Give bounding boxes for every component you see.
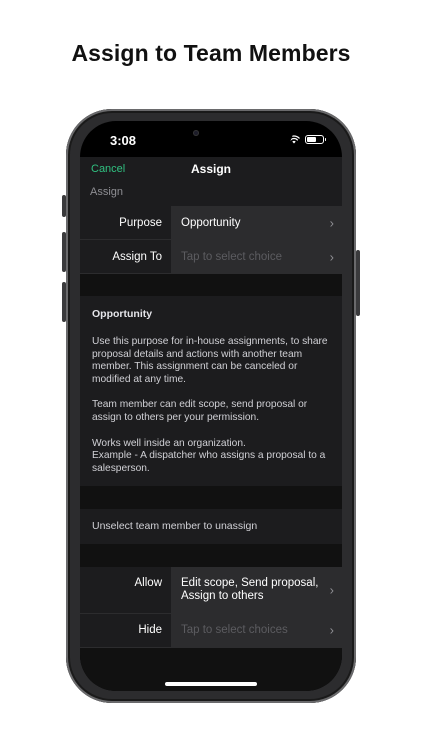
hide-value[interactable]: Tap to select choices › [171, 613, 342, 647]
assign-to-placeholder: Tap to select choice [181, 250, 283, 263]
allow-row[interactable]: Allow Edit scope, Send proposal, Assign … [80, 566, 342, 614]
phone-screen: 3:08 Cancel Assign Assign Purpose Opport… [80, 121, 342, 691]
info-paragraph-1: Use this purpose for in-house assignment… [92, 335, 328, 386]
info-paragraph-3-line-1: Works well inside an organization. [92, 437, 246, 449]
unselect-hint: Unselect team member to unassign [80, 508, 342, 544]
form-content[interactable]: Assign Purpose Opportunity › Assign To T… [80, 185, 342, 691]
battery-icon [305, 135, 326, 144]
info-title: Opportunity [92, 308, 153, 320]
section-header: Assign [80, 185, 342, 206]
chevron-right-icon: › [329, 249, 334, 264]
info-paragraph-3: Works well inside an organization. Examp… [92, 438, 330, 476]
notch [181, 121, 293, 148]
assign-to-value[interactable]: Tap to select choice › [171, 240, 342, 273]
cancel-button[interactable]: Cancel [91, 163, 125, 175]
camera-icon [193, 130, 199, 136]
section-gap [80, 274, 342, 296]
bottom-spacer [80, 647, 342, 672]
chevron-right-icon: › [329, 582, 334, 598]
purpose-row[interactable]: Purpose Opportunity › [80, 206, 342, 240]
section-gap [80, 543, 342, 567]
purpose-label: Purpose [80, 206, 171, 239]
info-paragraph-2: Team member can edit scope, send proposa… [92, 399, 308, 424]
allow-label: Allow [80, 566, 171, 613]
assign-to-label: Assign To [80, 240, 171, 273]
hide-placeholder: Tap to select choices [181, 624, 288, 637]
navigation-bar: Cancel Assign [80, 157, 342, 185]
status-time: 3:08 [110, 133, 137, 148]
hide-label: Hide [80, 613, 171, 647]
home-indicator[interactable] [165, 682, 257, 686]
headline: Assign to Team Members [71, 40, 351, 66]
hide-row[interactable]: Hide Tap to select choices › [80, 613, 342, 648]
info-paragraph-3-line-2: Example - A dispatcher who assigns a pro… [92, 450, 326, 475]
purpose-value[interactable]: Opportunity › [171, 206, 342, 239]
chevron-right-icon: › [329, 622, 334, 638]
chevron-right-icon: › [329, 215, 334, 230]
phone-power-button [356, 250, 360, 316]
allow-value[interactable]: Edit scope, Send proposal, Assign to oth… [171, 566, 342, 613]
purpose-value-text: Opportunity [181, 216, 241, 229]
allow-value-text: Edit scope, Send proposal, Assign to oth… [181, 576, 319, 602]
assign-to-row[interactable]: Assign To Tap to select choice › [80, 240, 342, 274]
section-gap [80, 485, 342, 509]
purpose-info-panel: Opportunity Use this purpose for in-hous… [80, 296, 342, 486]
